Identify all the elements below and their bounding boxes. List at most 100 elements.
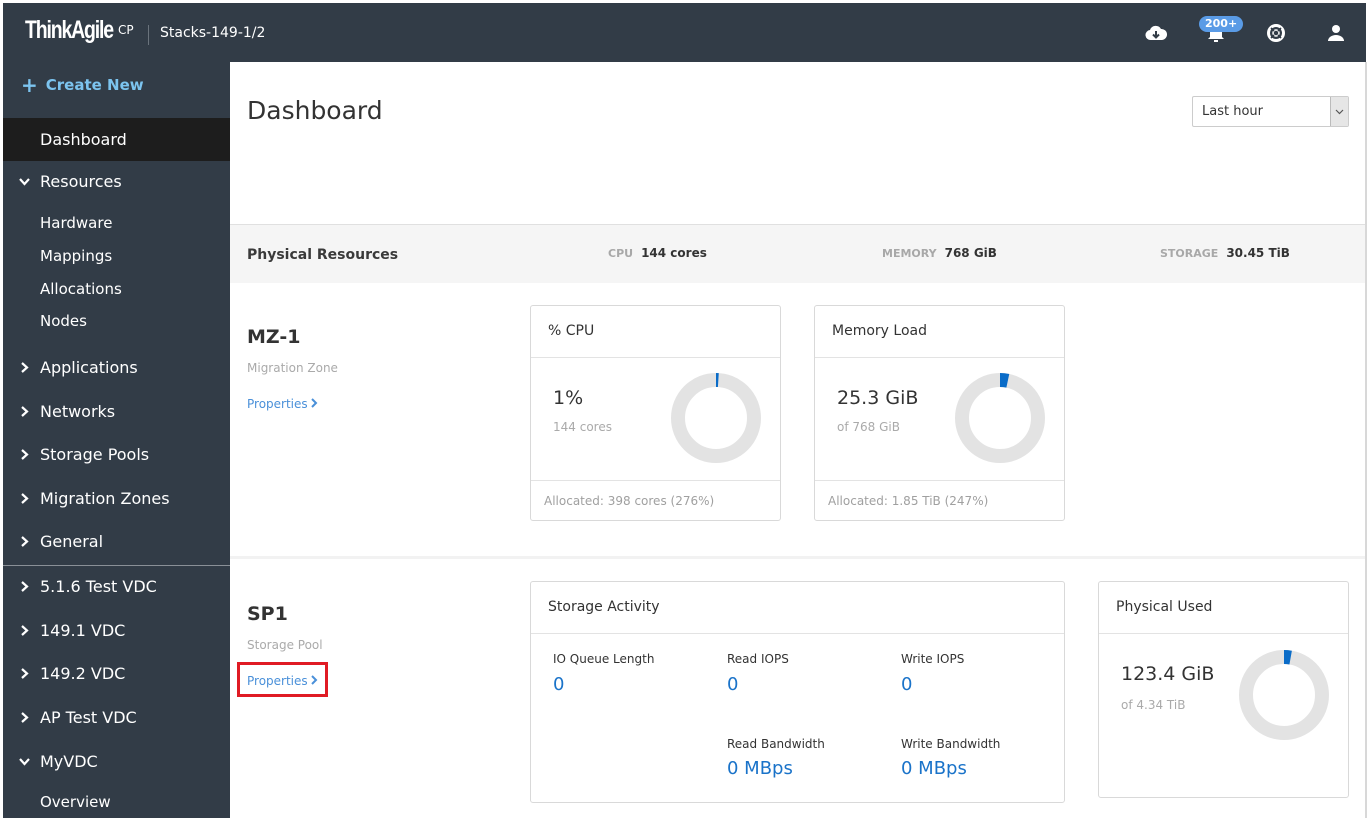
cpu-percent-value: 1% xyxy=(553,387,584,409)
migration-zone-properties-link[interactable]: Properties xyxy=(247,397,318,411)
card-divider xyxy=(531,480,780,481)
sidebar-item-general[interactable]: General xyxy=(3,532,230,551)
cpu-allocated-footer: Allocated: 398 cores (276%) xyxy=(544,494,715,508)
sidebar-subitem-hardware[interactable]: Hardware xyxy=(40,214,112,232)
chevron-right-icon xyxy=(3,449,40,460)
physical-resources-title: Physical Resources xyxy=(247,247,399,263)
read-bandwidth-label: Read Bandwidth xyxy=(727,737,825,751)
storage-activity-card: Storage Activity IO Queue Length 0 Read … xyxy=(530,581,1065,803)
chevron-right-icon xyxy=(3,493,40,504)
sidebar-item-label: Storage Pools xyxy=(40,445,150,464)
sidebar-item-label: Migration Zones xyxy=(40,489,170,508)
lifebuoy-help-icon[interactable] xyxy=(1264,21,1288,45)
cpu-card-title: % CPU xyxy=(548,323,595,339)
top-bar: ThinkAgile CP Stacks-149-1/2 200+ xyxy=(3,3,1366,62)
chevron-right-icon xyxy=(3,406,40,417)
time-range-value: Last hour xyxy=(1202,104,1263,119)
chevron-right-icon xyxy=(310,397,318,411)
sidebar-subitem-overview[interactable]: Overview xyxy=(40,793,111,811)
memory-load-value: 25.3 GiB xyxy=(837,387,919,409)
sidebar-item-label: Dashboard xyxy=(40,130,127,149)
sidebar-item-label: Applications xyxy=(40,358,138,377)
chevron-down-icon[interactable] xyxy=(1330,97,1348,126)
sidebar-vdc-myvdc[interactable]: MyVDC xyxy=(3,752,230,771)
cpu-label: CPU xyxy=(608,247,634,260)
migration-zone-type: Migration Zone xyxy=(247,361,338,375)
chevron-right-icon xyxy=(3,668,40,679)
physical-used-title: Physical Used xyxy=(1116,599,1213,615)
sidebar-item-label: General xyxy=(40,532,104,551)
sidebar-item-resources[interactable]: Resources xyxy=(3,172,230,191)
sidebar-vdc-ap-test[interactable]: AP Test VDC xyxy=(3,708,230,727)
card-divider xyxy=(815,357,1064,358)
sidebar-vdc-5-1-6-test[interactable]: 5.1.6 Test VDC xyxy=(3,577,230,596)
cpu-stat: CPU 144 cores xyxy=(608,246,707,260)
topbar-divider xyxy=(148,25,149,45)
sidebar-subitem-nodes[interactable]: Nodes xyxy=(40,312,87,330)
chevron-right-icon xyxy=(3,536,40,547)
thinkagile-logo[interactable]: ThinkAgile xyxy=(25,16,114,45)
physical-used-total: of 4.34 TiB xyxy=(1121,698,1186,712)
physical-used-value: 123.4 GiB xyxy=(1121,663,1215,685)
physical-resources-bar: Physical Resources CPU 144 cores MEMORY … xyxy=(230,224,1365,283)
physical-used-donut-chart xyxy=(1239,650,1329,740)
user-icon[interactable] xyxy=(1324,21,1348,45)
write-bandwidth-label: Write Bandwidth xyxy=(901,737,1001,751)
sidebar-item-migration-zones[interactable]: Migration Zones xyxy=(3,489,230,508)
read-iops-value: 0 xyxy=(727,674,739,695)
migration-zone-name: MZ-1 xyxy=(247,326,301,348)
memory-allocated-footer: Allocated: 1.85 TiB (247%) xyxy=(828,494,989,508)
sidebar-subitem-allocations[interactable]: Allocations xyxy=(40,280,122,298)
time-range-select[interactable]: Last hour xyxy=(1192,96,1349,127)
chevron-right-icon xyxy=(3,362,40,373)
storage-label: STORAGE xyxy=(1160,247,1219,260)
sidebar-item-label: 5.1.6 Test VDC xyxy=(40,577,157,596)
io-queue-length-value: 0 xyxy=(553,674,565,695)
page-title: Dashboard xyxy=(247,96,383,125)
section-divider xyxy=(230,556,1365,559)
sidebar: + Create New Dashboard Resources Hardwar… xyxy=(3,62,230,818)
storage-pool-name: SP1 xyxy=(247,603,288,625)
io-queue-length-label: IO Queue Length xyxy=(553,652,655,666)
memory-label: MEMORY xyxy=(882,247,937,260)
sidebar-item-storage-pools[interactable]: Storage Pools xyxy=(3,445,230,464)
stack-name[interactable]: Stacks-149-1/2 xyxy=(160,25,265,41)
sidebar-item-label: 149.2 VDC xyxy=(40,664,126,683)
sidebar-item-label: 149.1 VDC xyxy=(40,621,126,640)
cpu-cores-sub: 144 cores xyxy=(553,420,612,434)
cloud-download-icon[interactable] xyxy=(1144,21,1168,45)
notification-badge[interactable]: 200+ xyxy=(1199,16,1244,32)
sidebar-item-networks[interactable]: Networks xyxy=(3,402,230,421)
plus-icon: + xyxy=(21,73,38,97)
sidebar-subitem-mappings[interactable]: Mappings xyxy=(40,247,112,265)
sidebar-item-label: MyVDC xyxy=(40,752,98,771)
donut-track xyxy=(955,373,1045,463)
write-bandwidth-value: 0 MBps xyxy=(901,758,967,779)
sidebar-vdc-149-2[interactable]: 149.2 VDC xyxy=(3,664,230,683)
write-iops-label: Write IOPS xyxy=(901,652,965,666)
read-bandwidth-value: 0 MBps xyxy=(727,758,793,779)
sidebar-item-label: Networks xyxy=(40,402,116,421)
memory-total-sub: of 768 GiB xyxy=(837,420,900,434)
storage-stat: STORAGE 30.45 TiB xyxy=(1160,246,1290,260)
physical-used-card: Physical Used 123.4 GiB of 4.34 TiB xyxy=(1098,581,1349,798)
memory-donut-chart xyxy=(955,373,1045,463)
sidebar-item-label: AP Test VDC xyxy=(40,708,137,727)
chevron-down-icon xyxy=(3,177,40,186)
storage-activity-title: Storage Activity xyxy=(548,599,660,615)
write-iops-value: 0 xyxy=(901,674,913,695)
storage-pool-type: Storage Pool xyxy=(247,638,323,652)
memory-card: Memory Load 25.3 GiB of 768 GiB Allocate… xyxy=(814,305,1065,521)
card-divider xyxy=(815,480,1064,481)
cpu-value: 144 cores xyxy=(641,246,707,260)
sidebar-item-label: Resources xyxy=(40,172,122,191)
chevron-right-icon xyxy=(3,581,40,592)
sidebar-item-applications[interactable]: Applications xyxy=(3,358,230,377)
scrollbar-track[interactable] xyxy=(1365,62,1367,818)
memory-card-title: Memory Load xyxy=(832,323,927,339)
create-new-label: Create New xyxy=(45,76,144,94)
create-new-button[interactable]: + Create New xyxy=(21,73,144,97)
card-divider xyxy=(1099,633,1348,634)
sidebar-item-dashboard[interactable]: Dashboard xyxy=(3,118,230,161)
sidebar-vdc-149-1[interactable]: 149.1 VDC xyxy=(3,621,230,640)
